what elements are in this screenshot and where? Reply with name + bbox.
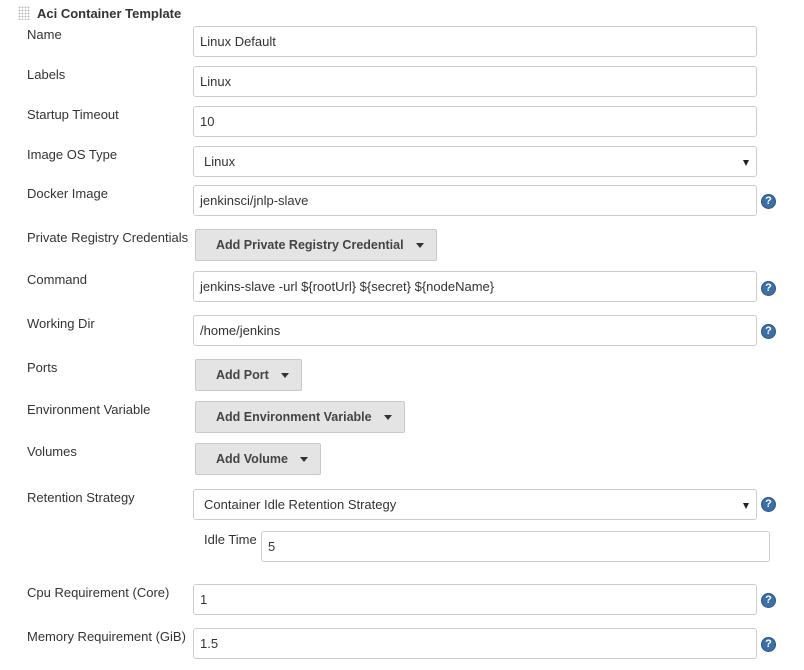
add-volume-label: Add Volume [216,452,288,466]
caret-down-icon [383,414,392,420]
caret-down-icon [415,242,424,248]
ports-label: Ports [27,360,58,375]
private-registry-credentials-label: Private Registry Credentials [27,230,189,245]
help-icon[interactable]: ? [761,281,776,296]
working-dir-label: Working Dir [27,316,95,331]
add-environment-variable-label: Add Environment Variable [216,410,372,424]
dropdown-arrow-icon [743,502,749,509]
retention-strategy-select[interactable]: Container Idle Retention Strategy [193,489,757,520]
startup-timeout-label: Startup Timeout [27,107,119,122]
volumes-label: Volumes [27,444,77,459]
add-volume-button[interactable]: Add Volume [195,443,321,475]
caret-down-icon [300,456,308,462]
cpu-requirement-label: Cpu Requirement (Core) [27,585,170,600]
add-environment-variable-button[interactable]: Add Environment Variable [195,401,405,433]
memory-requirement-input[interactable]: 1.5 [193,628,757,659]
image-os-type-label: Image OS Type [27,147,118,162]
labels-label: Labels [27,67,66,82]
help-icon[interactable]: ? [761,324,776,339]
retention-strategy-label: Retention Strategy [27,490,135,505]
add-port-button[interactable]: Add Port [195,359,302,391]
docker-image-label: Docker Image [27,186,108,201]
add-private-registry-credential-button[interactable]: Add Private Registry Credential [195,229,437,261]
add-port-label: Add Port [216,368,269,382]
name-label: Name [27,27,62,42]
memory-requirement-label: Memory Requirement (GiB) [27,629,186,644]
command-label: Command [27,272,87,287]
idle-time-input[interactable]: 5 [261,531,770,562]
startup-timeout-input[interactable]: 10 [193,106,757,137]
command-input[interactable]: jenkins-slave -url ${rootUrl} ${secret} … [193,271,757,302]
help-icon[interactable]: ? [761,637,776,652]
name-input[interactable]: Linux Default [193,26,757,57]
help-icon[interactable]: ? [761,497,776,512]
caret-down-icon [280,372,289,378]
add-private-registry-credential-label: Add Private Registry Credential [216,238,404,252]
idle-time-label: Idle Time [204,532,257,547]
retention-strategy-value: Container Idle Retention Strategy [204,497,397,512]
docker-image-input[interactable]: jenkinsci/jnlp-slave [193,185,757,216]
environment-variable-label: Environment Variable [27,402,151,417]
help-icon[interactable]: ? [761,593,776,608]
aci-container-template-form: Aci Container Template Name Linux Defaul… [0,0,804,670]
cpu-requirement-input[interactable]: 1 [193,584,757,615]
image-os-type-select[interactable]: Linux [193,146,757,177]
help-icon[interactable]: ? [761,194,776,209]
section-header: Aci Container Template [18,4,181,22]
working-dir-input[interactable]: /home/jenkins [193,315,757,346]
drag-handle-icon[interactable] [18,6,30,20]
section-title: Aci Container Template [37,5,182,21]
image-os-type-value: Linux [204,154,236,169]
dropdown-arrow-icon [743,159,749,166]
labels-input[interactable]: Linux [193,66,757,97]
